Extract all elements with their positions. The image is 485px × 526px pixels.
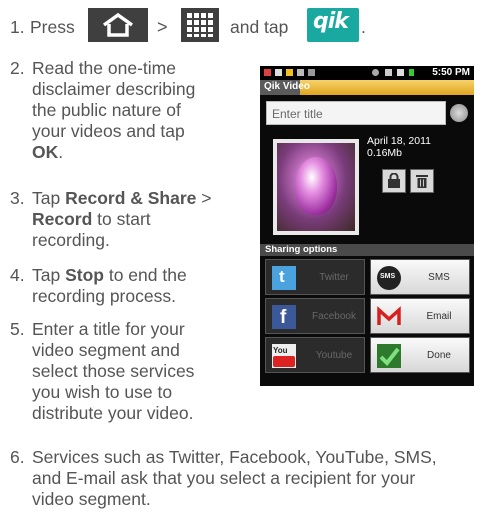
message-icon [275,69,282,76]
video-thumbnail[interactable] [273,139,359,235]
step-1-gt: > [157,17,168,37]
sms-button[interactable]: SMS SMS [370,259,470,295]
step-2-line: Read the one-time [32,58,176,78]
step-2: 2. Read the one-time disclaimer describi… [10,58,250,168]
step-2-period: . [58,142,64,162]
step-4-tap: Tap [32,265,61,285]
step-1-period: . [361,17,366,37]
status-bar: 5:50 PM [260,66,474,80]
sharing-options-header: Sharing options [260,244,474,256]
sharing-options-label: Sharing options [265,244,338,255]
thumbnail-subject [295,157,337,215]
trash-icon [416,175,428,188]
applications-key-button [181,8,219,42]
twitter-button[interactable]: t Twitter [265,259,365,295]
video-info: April 18, 2011 0.16Mb [367,135,431,159]
sms-icon: SMS [377,266,401,290]
twitter-label: Twitter [319,272,349,283]
step-1-and-tap: and tap [230,17,289,37]
stop-label: Stop [65,265,104,285]
app-title: Qik Video [264,81,310,92]
step-6: 6. Services such as Twitter, Facebook, Y… [10,447,480,517]
youtube-label: Youtube [315,350,353,361]
step-4: 4. Tap Stop to end the recording process… [10,265,250,309]
home-key-button [88,8,148,42]
step-3: 3. Tap Record & Share > Record to start … [10,188,250,254]
facebook-label: Facebook [312,311,356,322]
qik-app-icon: qik [307,8,359,42]
step-3-tap: Tap [32,188,61,208]
record-label: Record [32,209,93,229]
step-6-line: Services such as Twitter, Facebook, YouT… [32,447,437,467]
step-5-line: video segment and [32,340,180,360]
video-date: April 18, 2011 [367,135,432,147]
email-icon [377,305,401,329]
step-4-text: to end the [103,265,187,285]
step-2-number: 2. [10,58,25,78]
signal-icon [397,69,404,76]
done-button[interactable]: Done [370,337,470,373]
step-5-line: Enter a title for your [32,319,185,339]
app-titlebar: Qik Video [260,80,474,95]
email-button[interactable]: Email [370,298,470,334]
facebook-icon: f [272,305,296,329]
lock-button[interactable] [382,169,406,193]
step-3-gt: > [201,188,212,208]
step-2-line: disclaimer describing [32,79,196,99]
lock-icon [388,173,400,188]
voicemail-icon [297,69,304,76]
checkmark-icon [377,344,401,368]
step-1-press: Press [30,17,75,37]
vibrate-icon [385,69,392,76]
email-label: Email [426,311,452,322]
step-5-line: distribute your video. [32,403,194,423]
youtube-button[interactable]: You Youtube [265,337,365,373]
step-2-line: the public nature of [32,100,181,120]
step-4-text: recording process. [32,286,176,306]
step-6-number: 6. [10,447,25,467]
missed-call-icon [264,69,271,76]
notification-icon [286,69,293,76]
step-3-text: to start [92,209,151,229]
step-5-line: you wish to use to [32,382,173,402]
thumbnail-image [277,143,355,231]
home-icon [102,12,134,37]
step-5: 5. Enter a title for your video segment … [10,319,250,429]
video-size: 0.16Mb [367,147,403,159]
step-5-line: select those services [32,361,195,381]
delete-button[interactable] [410,169,434,193]
youtube-icon: You [272,344,296,368]
step-1: 1. Press > and tap qik . [10,8,366,42]
done-label: Done [427,350,451,361]
twitter-icon: t [272,266,296,290]
step-2-line: your videos and tap [32,121,185,141]
ok-label: OK [32,142,59,162]
usb-icon [308,69,315,76]
step-6-line: video segment. [32,489,151,509]
qik-video-screen: Enter title April 18, 2011 0.16Mb Sharin… [260,95,474,386]
battery-icon [409,69,414,76]
phone-screenshot: 5:50 PM Qik Video Enter title April 18, … [260,66,474,386]
record-share-label: Record & Share [65,188,197,208]
step-4-number: 4. [10,265,25,285]
sms-label: SMS [428,272,450,283]
step-6-line: and E-mail ask that you select a recipie… [32,468,416,488]
step-3-number: 3. [10,188,25,208]
step-1-number: 1. [10,17,25,37]
sync-icon [372,69,379,76]
clear-title-icon[interactable] [450,104,468,122]
step-5-number: 5. [10,319,25,339]
facebook-button[interactable]: f Facebook [265,298,365,334]
status-time: 5:50 PM [432,67,470,78]
step-3-text: recording. [32,230,110,250]
title-input[interactable]: Enter title [266,101,446,125]
